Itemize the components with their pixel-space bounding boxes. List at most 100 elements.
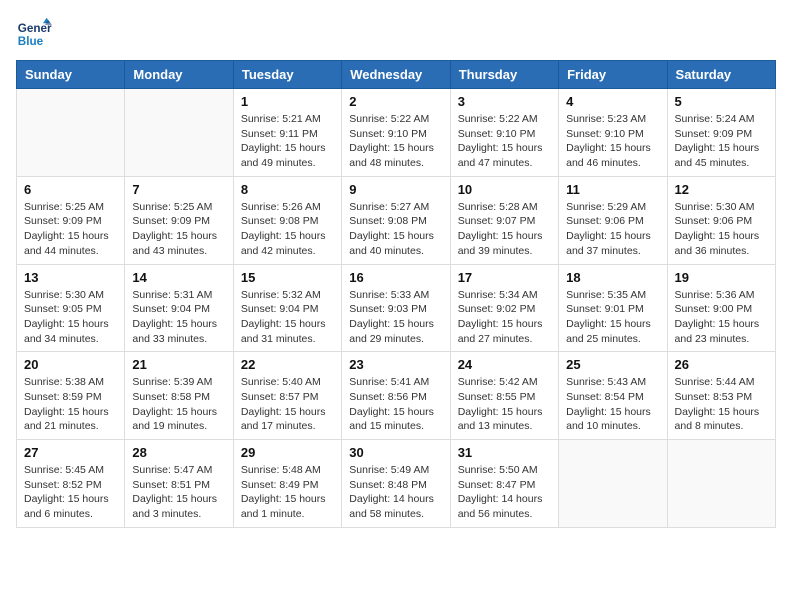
day-number: 13	[24, 270, 117, 285]
day-cell: 14 Sunrise: 5:31 AM Sunset: 9:04 PM Dayli…	[125, 264, 233, 352]
day-cell: 30Sunrise: 5:49 AM Sunset: 8:48 PM Dayli…	[342, 440, 450, 528]
day-cell: 5 Sunrise: 5:24 AM Sunset: 9:09 PM Daylig…	[667, 89, 775, 177]
svg-text:Blue: Blue	[18, 35, 44, 48]
day-cell: 19 Sunrise: 5:36 AM Sunset: 9:00 PM Dayli…	[667, 264, 775, 352]
weekday-header-thursday: Thursday	[450, 61, 558, 89]
day-number: 28	[132, 445, 225, 460]
day-info: Sunrise: 5:36 AM Sunset: 9:00 PM Dayligh…	[675, 288, 768, 347]
day-number: 2	[349, 94, 442, 109]
day-cell: 4 Sunrise: 5:23 AM Sunset: 9:10 PM Daylig…	[559, 89, 667, 177]
day-number: 8	[241, 182, 334, 197]
day-number: 14	[132, 270, 225, 285]
day-info: Sunrise: 5:35 AM Sunset: 9:01 PM Dayligh…	[566, 288, 659, 347]
day-number: 21	[132, 357, 225, 372]
day-cell: 10 Sunrise: 5:28 AM Sunset: 9:07 PM Dayli…	[450, 176, 558, 264]
day-info: Sunrise: 5:27 AM Sunset: 9:08 PM Dayligh…	[349, 200, 442, 259]
day-cell: 2 Sunrise: 5:22 AM Sunset: 9:10 PM Daylig…	[342, 89, 450, 177]
day-info: Sunrise: 5:22 AM Sunset: 9:10 PM Dayligh…	[349, 112, 442, 171]
day-cell	[667, 440, 775, 528]
calendar: SundayMondayTuesdayWednesdayThursdayFrid…	[16, 60, 776, 528]
day-cell: 31 Sunrise: 5:50 AM Sunset: 8:47 PM Dayli…	[450, 440, 558, 528]
day-number: 3	[458, 94, 551, 109]
day-cell: 9Sunrise: 5:27 AM Sunset: 9:08 PM Daylig…	[342, 176, 450, 264]
day-info: Sunrise: 5:32 AM Sunset: 9:04 PM Dayligh…	[241, 288, 334, 347]
weekday-header-row: SundayMondayTuesdayWednesdayThursdayFrid…	[17, 61, 776, 89]
week-row-4: 20 Sunrise: 5:38 AM Sunset: 8:59 PM Dayli…	[17, 352, 776, 440]
day-cell: 21 Sunrise: 5:39 AM Sunset: 8:58 PM Dayli…	[125, 352, 233, 440]
day-number: 19	[675, 270, 768, 285]
day-number: 24	[458, 357, 551, 372]
day-info: Sunrise: 5:34 AM Sunset: 9:02 PM Dayligh…	[458, 288, 551, 347]
weekday-header-wednesday: Wednesday	[342, 61, 450, 89]
day-number: 29	[241, 445, 334, 460]
day-cell: 26Sunrise: 5:44 AM Sunset: 8:53 PM Dayli…	[667, 352, 775, 440]
day-cell: 27Sunrise: 5:45 AM Sunset: 8:52 PM Dayli…	[17, 440, 125, 528]
day-number: 20	[24, 357, 117, 372]
week-row-5: 27Sunrise: 5:45 AM Sunset: 8:52 PM Dayli…	[17, 440, 776, 528]
day-cell: 25Sunrise: 5:43 AM Sunset: 8:54 PM Dayli…	[559, 352, 667, 440]
day-number: 27	[24, 445, 117, 460]
day-number: 31	[458, 445, 551, 460]
day-number: 5	[675, 94, 768, 109]
day-cell: 20 Sunrise: 5:38 AM Sunset: 8:59 PM Dayli…	[17, 352, 125, 440]
day-cell: 28 Sunrise: 5:47 AM Sunset: 8:51 PM Dayli…	[125, 440, 233, 528]
day-number: 6	[24, 182, 117, 197]
day-cell: 13 Sunrise: 5:30 AM Sunset: 9:05 PM Dayli…	[17, 264, 125, 352]
day-info: Sunrise: 5:26 AM Sunset: 9:08 PM Dayligh…	[241, 200, 334, 259]
day-cell: 12Sunrise: 5:30 AM Sunset: 9:06 PM Dayli…	[667, 176, 775, 264]
day-number: 17	[458, 270, 551, 285]
day-cell: 8 Sunrise: 5:26 AM Sunset: 9:08 PM Daylig…	[233, 176, 341, 264]
day-info: Sunrise: 5:24 AM Sunset: 9:09 PM Dayligh…	[675, 112, 768, 171]
day-info: Sunrise: 5:23 AM Sunset: 9:10 PM Dayligh…	[566, 112, 659, 171]
day-info: Sunrise: 5:22 AM Sunset: 9:10 PM Dayligh…	[458, 112, 551, 171]
day-cell	[125, 89, 233, 177]
day-info: Sunrise: 5:28 AM Sunset: 9:07 PM Dayligh…	[458, 200, 551, 259]
day-info: Sunrise: 5:30 AM Sunset: 9:05 PM Dayligh…	[24, 288, 117, 347]
day-cell: 6 Sunrise: 5:25 AM Sunset: 9:09 PM Daylig…	[17, 176, 125, 264]
day-number: 22	[241, 357, 334, 372]
day-number: 26	[675, 357, 768, 372]
day-cell: 16Sunrise: 5:33 AM Sunset: 9:03 PM Dayli…	[342, 264, 450, 352]
day-info: Sunrise: 5:42 AM Sunset: 8:55 PM Dayligh…	[458, 375, 551, 434]
weekday-header-saturday: Saturday	[667, 61, 775, 89]
day-cell: 29 Sunrise: 5:48 AM Sunset: 8:49 PM Dayli…	[233, 440, 341, 528]
header: General Blue	[16, 16, 776, 52]
day-number: 1	[241, 94, 334, 109]
day-number: 15	[241, 270, 334, 285]
day-info: Sunrise: 5:39 AM Sunset: 8:58 PM Dayligh…	[132, 375, 225, 434]
day-number: 12	[675, 182, 768, 197]
day-cell	[559, 440, 667, 528]
day-info: Sunrise: 5:50 AM Sunset: 8:47 PM Dayligh…	[458, 463, 551, 522]
day-info: Sunrise: 5:49 AM Sunset: 8:48 PM Dayligh…	[349, 463, 442, 522]
day-number: 18	[566, 270, 659, 285]
day-cell: 23 Sunrise: 5:41 AM Sunset: 8:56 PM Dayli…	[342, 352, 450, 440]
day-info: Sunrise: 5:38 AM Sunset: 8:59 PM Dayligh…	[24, 375, 117, 434]
day-number: 16	[349, 270, 442, 285]
day-number: 11	[566, 182, 659, 197]
weekday-header-sunday: Sunday	[17, 61, 125, 89]
logo: General Blue	[16, 16, 52, 52]
day-info: Sunrise: 5:40 AM Sunset: 8:57 PM Dayligh…	[241, 375, 334, 434]
day-info: Sunrise: 5:21 AM Sunset: 9:11 PM Dayligh…	[241, 112, 334, 171]
day-cell: 15 Sunrise: 5:32 AM Sunset: 9:04 PM Dayli…	[233, 264, 341, 352]
day-info: Sunrise: 5:47 AM Sunset: 8:51 PM Dayligh…	[132, 463, 225, 522]
day-info: Sunrise: 5:31 AM Sunset: 9:04 PM Dayligh…	[132, 288, 225, 347]
week-row-3: 13 Sunrise: 5:30 AM Sunset: 9:05 PM Dayli…	[17, 264, 776, 352]
weekday-header-tuesday: Tuesday	[233, 61, 341, 89]
day-cell: 18 Sunrise: 5:35 AM Sunset: 9:01 PM Dayli…	[559, 264, 667, 352]
day-number: 10	[458, 182, 551, 197]
day-number: 4	[566, 94, 659, 109]
weekday-header-monday: Monday	[125, 61, 233, 89]
day-info: Sunrise: 5:41 AM Sunset: 8:56 PM Dayligh…	[349, 375, 442, 434]
day-cell: 3 Sunrise: 5:22 AM Sunset: 9:10 PM Daylig…	[450, 89, 558, 177]
day-number: 7	[132, 182, 225, 197]
day-info: Sunrise: 5:25 AM Sunset: 9:09 PM Dayligh…	[24, 200, 117, 259]
day-number: 23	[349, 357, 442, 372]
day-number: 25	[566, 357, 659, 372]
weekday-header-friday: Friday	[559, 61, 667, 89]
week-row-1: 1 Sunrise: 5:21 AM Sunset: 9:11 PM Daylig…	[17, 89, 776, 177]
logo-icon: General Blue	[16, 16, 52, 52]
day-cell: 1 Sunrise: 5:21 AM Sunset: 9:11 PM Daylig…	[233, 89, 341, 177]
day-cell: 7Sunrise: 5:25 AM Sunset: 9:09 PM Daylig…	[125, 176, 233, 264]
day-info: Sunrise: 5:48 AM Sunset: 8:49 PM Dayligh…	[241, 463, 334, 522]
